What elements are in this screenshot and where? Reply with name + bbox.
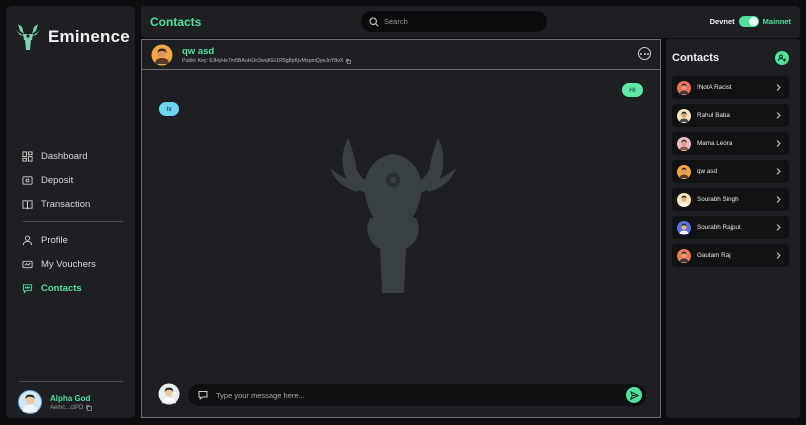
page-title: Contacts <box>150 15 202 29</box>
nav-divider <box>23 221 123 222</box>
nav-label: Transaction <box>41 198 91 210</box>
avatar <box>677 164 691 179</box>
user-key-row: Aemc...ctPD <box>50 404 93 411</box>
contact-item[interactable]: !NotA Racist <box>672 76 789 99</box>
add-contact-button[interactable] <box>775 51 789 65</box>
contact-name: !NotA Racist <box>697 84 732 91</box>
deposit-icon <box>22 175 33 185</box>
contact-item[interactable]: Rahul Baba <box>672 104 789 127</box>
chevron-right-icon <box>776 196 781 203</box>
topbar: Contacts Devnet Mainnet <box>141 6 800 38</box>
contacts-panel: Contacts !NotA Racist Rahul Baba Mama Le… <box>666 39 800 418</box>
voucher-icon <box>22 260 33 268</box>
nav-label: My Vouchers <box>41 258 96 270</box>
chat-icon <box>22 283 33 294</box>
message-bubble-incoming: hi <box>159 102 179 116</box>
nav-item-profile[interactable]: Profile <box>22 228 122 252</box>
nav-item-dashboard[interactable]: Dashboard <box>22 144 122 168</box>
sidebar-divider <box>19 381 123 382</box>
avatar <box>677 80 691 95</box>
contact-name: Sourabh Rajput <box>697 224 741 231</box>
chevron-right-icon <box>776 84 781 91</box>
user-text: Alpha God Aemc...ctPD <box>50 393 93 411</box>
message-composer <box>188 384 646 406</box>
chevron-right-icon <box>776 252 781 259</box>
current-user[interactable]: Alpha God Aemc...ctPD <box>18 390 93 414</box>
devnet-label: Devnet <box>709 17 735 26</box>
contact-item[interactable]: Gautam Raj <box>672 244 789 267</box>
avatar <box>677 108 691 123</box>
contact-name: qw asd <box>697 168 717 175</box>
message-input[interactable] <box>216 390 596 400</box>
chat-contact-name: qw asd <box>182 46 215 57</box>
mainnet-label: Mainnet <box>762 17 791 26</box>
avatar <box>677 192 691 207</box>
brand-name: Eminence <box>48 27 130 46</box>
nav-label: Contacts <box>41 282 82 294</box>
avatar <box>677 136 691 151</box>
nav-item-transaction[interactable]: Transaction <box>22 192 122 216</box>
chat-public-key: Public Key: 6JHyHe7m5BAuHUo3wqKEr1R5g8pK… <box>182 58 344 64</box>
book-icon <box>22 199 33 209</box>
chevron-right-icon <box>776 224 781 231</box>
contacts-list: !NotA Racist Rahul Baba Mama Leora qw as… <box>672 76 789 272</box>
avatar <box>18 390 42 414</box>
search-box <box>361 11 547 32</box>
contacts-title: Contacts <box>672 52 720 64</box>
nav-item-deposit[interactable]: Deposit <box>22 168 122 192</box>
nav-item-contacts[interactable]: Contacts <box>22 276 122 300</box>
contact-name: Mama Leora <box>697 140 733 147</box>
avatar <box>151 44 173 66</box>
chevron-right-icon <box>776 112 781 119</box>
search-input[interactable] <box>384 17 534 26</box>
send-icon <box>629 390 639 400</box>
copy-icon[interactable] <box>86 404 93 411</box>
contact-item[interactable]: Sourabh Singh <box>672 188 789 211</box>
contact-name: Sourabh Singh <box>697 196 739 203</box>
contact-item[interactable]: Mama Leora <box>672 132 789 155</box>
sidebar: Eminence Dashboard Deposit Transaction P… <box>6 6 135 418</box>
toggle-knob <box>748 17 758 26</box>
contact-name: Gautam Raj <box>697 252 731 259</box>
dot <box>646 52 649 55</box>
nav-main: Dashboard Deposit Transaction <box>22 144 122 216</box>
antler-logo-icon <box>15 24 41 50</box>
dot <box>643 52 646 55</box>
brand[interactable]: Eminence <box>14 22 130 52</box>
avatar <box>677 220 691 235</box>
nav-label: Profile <box>41 234 68 246</box>
nav-label: Deposit <box>41 174 74 186</box>
message-bubble-outgoing: HI <box>622 83 643 97</box>
contact-name: Rahul Baba <box>697 112 730 119</box>
dot <box>640 52 643 55</box>
contact-item[interactable]: qw asd <box>672 160 789 183</box>
chat-header: qw asd Public Key: 6JHyHe7m5BAuHUo3wqKEr… <box>142 40 660 70</box>
user-name: Alpha God <box>50 393 91 403</box>
dashboard-icon <box>22 150 33 162</box>
send-button[interactable] <box>626 387 642 403</box>
search-icon <box>369 16 379 27</box>
message-icon <box>198 391 208 400</box>
copy-icon[interactable] <box>346 58 352 64</box>
nav-secondary: Profile My Vouchers Contacts <box>22 228 122 300</box>
chat-panel: qw asd Public Key: 6JHyHe7m5BAuHUo3wqKEr… <box>141 39 661 418</box>
add-user-icon <box>778 54 786 62</box>
chevron-right-icon <box>776 140 781 147</box>
chat-public-key-row: Public Key: 6JHyHe7m5BAuHUo3wqKEr1R5g8pK… <box>182 58 352 64</box>
avatar <box>677 248 691 263</box>
nav-label: Dashboard <box>41 150 88 162</box>
network-switch: Devnet Mainnet <box>710 16 791 27</box>
avatar <box>158 383 180 405</box>
network-toggle[interactable] <box>738 16 759 27</box>
nav-item-vouchers[interactable]: My Vouchers <box>22 252 122 276</box>
user-key: Aemc...ctPD <box>50 404 84 411</box>
contact-item[interactable]: Sourabh Rajput <box>672 216 789 239</box>
user-icon <box>22 235 33 245</box>
chevron-right-icon <box>776 168 781 175</box>
antler-watermark-icon <box>330 138 456 293</box>
app-root: Eminence Dashboard Deposit Transaction P… <box>0 0 806 425</box>
more-options-button[interactable] <box>638 47 651 60</box>
